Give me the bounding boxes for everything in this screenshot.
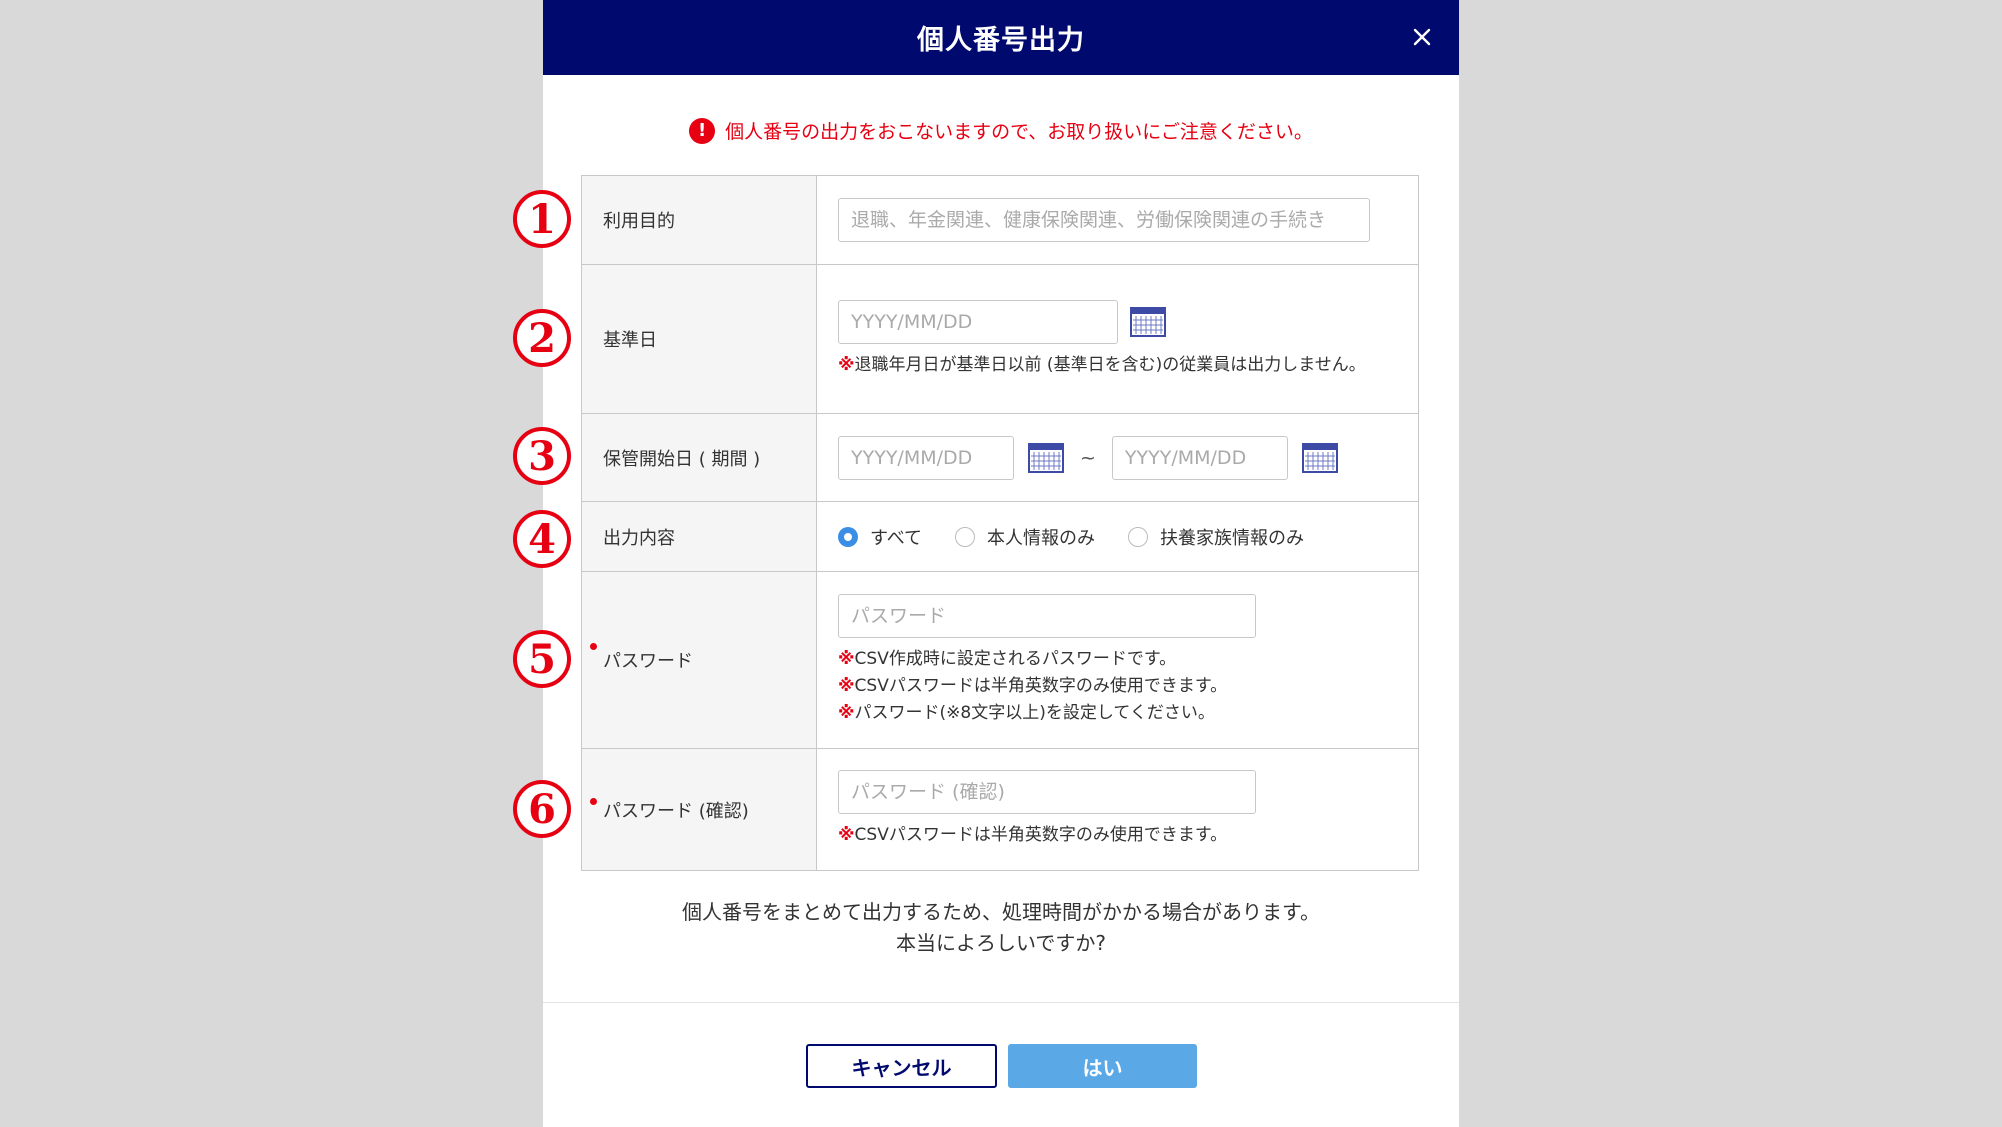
row-purpose: 利用目的: [581, 175, 1419, 265]
annotation-3: 3: [513, 427, 571, 485]
radio-label: すべて: [870, 527, 923, 549]
annotation-2: 2: [513, 309, 571, 367]
warning-text: 個人番号の出力をおこないますので、お取り扱いにご注意ください。: [725, 121, 1313, 143]
label-password-confirm: パスワード (確認): [603, 800, 749, 822]
label-output-content: 出力内容: [581, 501, 817, 572]
calendar-icon: [1028, 442, 1064, 473]
close-button[interactable]: [1403, 18, 1441, 56]
label-storage-period: 保管開始日 ( 期間 ): [581, 413, 817, 502]
password-confirm-input[interactable]: [838, 770, 1256, 814]
annotation-1: 1: [513, 190, 571, 248]
calendar-icon: [1301, 442, 1338, 473]
storage-start-input[interactable]: [838, 435, 1014, 480]
label-base-date: 基準日: [581, 264, 817, 414]
radio-button[interactable]: [955, 526, 976, 547]
output-form: 利用目的 基準日 ※退職: [581, 175, 1419, 871]
radio-label: 本人情報のみ: [987, 527, 1096, 549]
password-note-3: ※パスワード(※8文字以上)を設定してください。: [838, 702, 1215, 723]
required-dot: [590, 643, 597, 650]
radio-dependents-only[interactable]: 扶養家族情報のみ: [1128, 524, 1304, 550]
dialog: 個人番号出力 ! 個人番号の出力をおこないますので、お取り扱いにご注意ください。…: [543, 0, 1459, 1127]
row-storage-period: 保管開始日 ( 期間 ) ~: [581, 413, 1419, 502]
base-date-input[interactable]: [838, 299, 1118, 344]
base-date-note: 退職年月日が基準日以前 (基準日を含む)の従業員は出力しません。: [854, 354, 1366, 375]
calendar-button-end[interactable]: [1301, 442, 1338, 474]
dialog-title: 個人番号出力: [917, 25, 1085, 56]
close-icon: [1413, 28, 1431, 46]
label-purpose: 利用目的: [581, 175, 817, 265]
output-content-radio-group: すべて 本人情報のみ 扶養家族情報のみ: [838, 524, 1398, 550]
password-note-1: ※CSV作成時に設定されるパスワードです。: [838, 648, 1177, 669]
row-base-date: 基準日 ※退職年月日が基準日以前 (基準日を含む)の従業員は出力しません。: [581, 264, 1419, 414]
required-dot: [590, 798, 597, 805]
row-output-content: 出力内容 すべて 本人情報のみ 扶養家族情報のみ: [581, 501, 1419, 572]
radio-self-only[interactable]: 本人情報のみ: [955, 524, 1095, 550]
radio-label: 扶養家族情報のみ: [1160, 527, 1305, 549]
row-password: パスワード ※CSV作成時に設定されるパスワードです。 ※CSVパスワードは半角…: [581, 571, 1419, 749]
annotation-5: 5: [513, 630, 571, 688]
footer-divider: [543, 1002, 1459, 1003]
alert-icon: !: [689, 117, 716, 144]
annotation-4: 4: [513, 510, 571, 568]
label-password: パスワード: [603, 651, 693, 672]
radio-all[interactable]: すべて: [838, 524, 922, 550]
range-separator: ~: [1080, 446, 1096, 469]
password-confirm-note: CSVパスワードは半角英数字のみ使用できます。: [854, 825, 1228, 845]
password-note-2: ※CSVパスワードは半角英数字のみ使用できます。: [838, 675, 1228, 696]
purpose-input[interactable]: [838, 198, 1370, 242]
radio-button[interactable]: [1128, 526, 1149, 547]
radio-button-checked[interactable]: [838, 526, 858, 547]
calendar-button-start[interactable]: [1028, 442, 1064, 474]
note-mark: ※: [838, 354, 855, 375]
row-password-confirm: パスワード (確認) ※CSVパスワードは半角英数字のみ使用できます。: [581, 748, 1419, 871]
calendar-button-base-date[interactable]: [1130, 306, 1166, 338]
ok-button[interactable]: はい: [1008, 1044, 1197, 1088]
annotation-6: 6: [513, 780, 571, 838]
password-input[interactable]: [838, 593, 1256, 638]
dialog-header: 個人番号出力: [543, 0, 1459, 75]
cancel-button[interactable]: キャンセル: [806, 1044, 997, 1088]
confirm-message: 個人番号をまとめて出力するため、処理時間がかかる場合があります。 本当によろしい…: [682, 900, 1320, 955]
storage-end-input[interactable]: [1111, 435, 1288, 480]
warning-message: ! 個人番号の出力をおこないますので、お取り扱いにご注意ください。: [543, 117, 1459, 144]
calendar-icon: [1130, 306, 1166, 337]
